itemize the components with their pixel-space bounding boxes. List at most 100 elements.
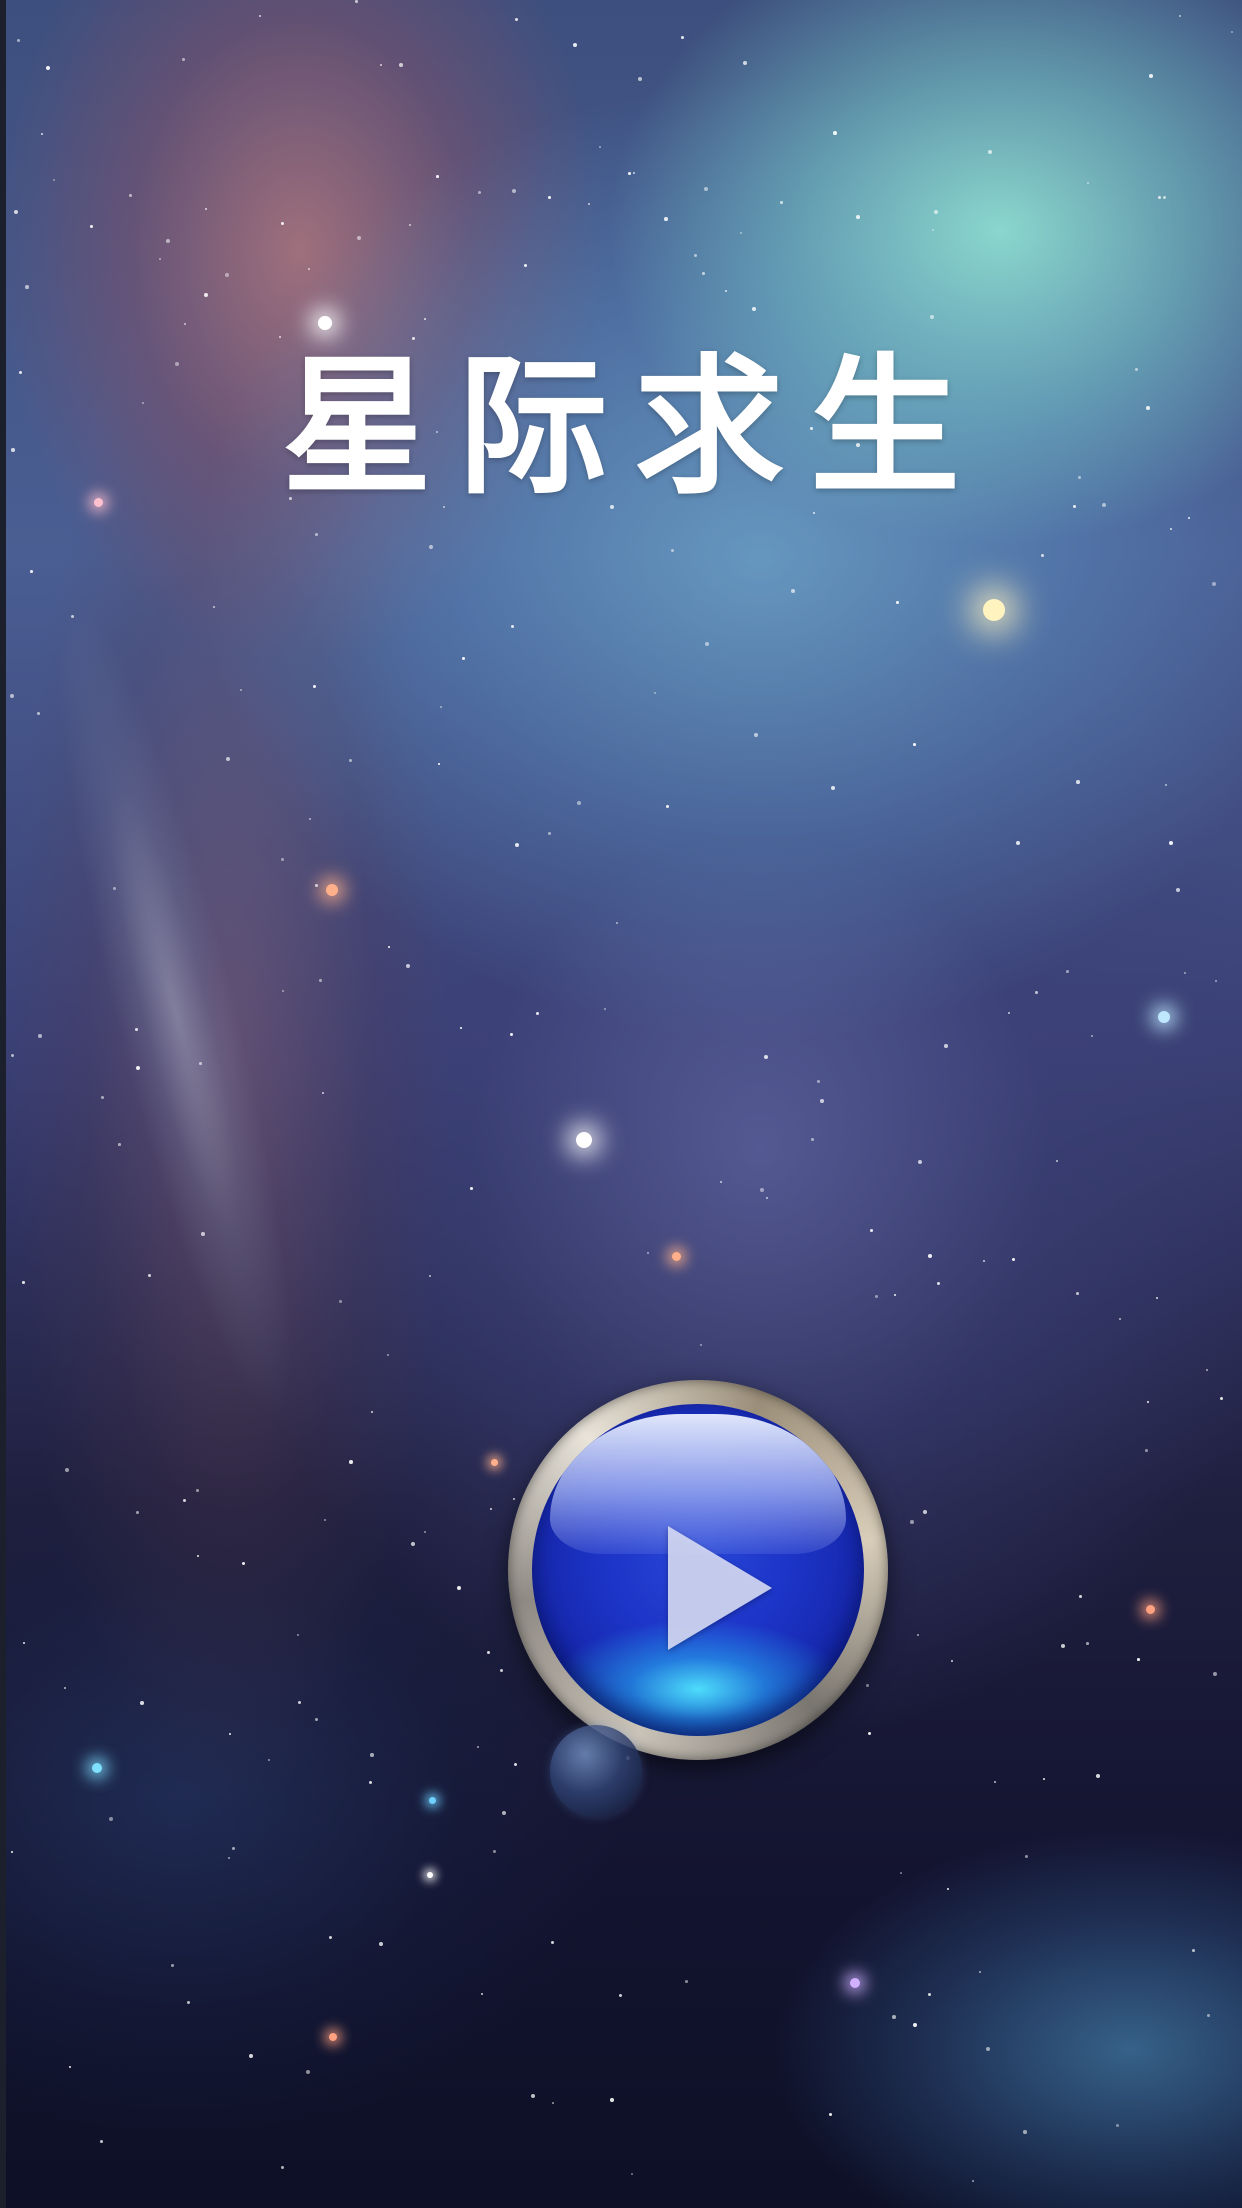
star (429, 1275, 431, 1277)
star (228, 1857, 231, 1860)
star (406, 964, 411, 969)
star (38, 1034, 42, 1038)
star (184, 323, 186, 325)
star (457, 1586, 462, 1591)
star (438, 763, 440, 765)
star (315, 533, 318, 536)
star (349, 759, 353, 763)
star (1156, 1297, 1159, 1300)
star (552, 2102, 554, 2104)
star (700, 1344, 703, 1347)
star (118, 1143, 121, 1146)
star (1137, 1658, 1140, 1661)
star (1147, 1401, 1150, 1404)
star (983, 599, 1005, 621)
star (23, 1642, 25, 1644)
star (604, 1008, 606, 1010)
star (829, 2113, 832, 2116)
star (318, 316, 332, 330)
star (11, 1851, 13, 1853)
star (232, 1847, 236, 1851)
star (64, 1687, 67, 1690)
star (896, 601, 899, 604)
star (229, 1733, 231, 1735)
star (752, 307, 757, 312)
star (379, 1942, 384, 1947)
star (910, 1520, 914, 1524)
star (309, 818, 312, 821)
star (242, 1562, 246, 1566)
star (429, 545, 434, 550)
star (638, 77, 643, 82)
start-screen: 星际求生 (0, 0, 1242, 2208)
star (1176, 888, 1181, 893)
star (490, 1458, 498, 1466)
star (988, 150, 993, 155)
star (951, 1660, 953, 1662)
star (524, 264, 528, 268)
star (1012, 1258, 1015, 1261)
star (71, 615, 74, 618)
star (324, 1519, 326, 1521)
star (754, 733, 759, 738)
star (900, 1872, 902, 1874)
star (894, 1294, 896, 1296)
star (917, 1634, 919, 1636)
star (833, 131, 837, 135)
star (817, 1080, 821, 1084)
star (205, 208, 207, 210)
star (411, 1542, 416, 1547)
star (764, 1055, 769, 1060)
star (69, 2066, 72, 2069)
star (11, 1054, 15, 1058)
star (282, 990, 284, 992)
star (616, 922, 618, 924)
star (92, 1763, 102, 1773)
star (979, 1971, 981, 1973)
star (934, 210, 939, 215)
star (1023, 2130, 1027, 2134)
play-button-orb (532, 1404, 864, 1736)
star (240, 689, 242, 691)
star (297, 1634, 300, 1637)
star (944, 1044, 948, 1048)
star (1220, 1397, 1224, 1401)
star (171, 1964, 174, 1967)
star (599, 146, 602, 149)
play-button[interactable] (508, 1380, 888, 1760)
star (512, 189, 516, 193)
star (820, 1099, 824, 1103)
star (477, 1746, 479, 1748)
star (306, 2070, 310, 2074)
star (109, 1817, 114, 1822)
star (1158, 196, 1162, 200)
star (548, 196, 552, 200)
star (315, 1718, 318, 1721)
star (514, 1763, 518, 1767)
star (866, 1684, 869, 1687)
star (972, 2180, 974, 2182)
star (249, 2054, 254, 2059)
star (760, 1188, 764, 1192)
star (1149, 74, 1153, 78)
star (148, 1274, 151, 1277)
star (1206, 1369, 1208, 1371)
star (628, 172, 631, 175)
starfield (0, 0, 1242, 2208)
star (870, 1229, 873, 1232)
star (1076, 780, 1080, 784)
star (1213, 1672, 1217, 1676)
star (213, 606, 215, 608)
star (1016, 841, 1021, 846)
star (983, 1260, 985, 1262)
star (281, 222, 285, 226)
star (1116, 2124, 1120, 2128)
star (46, 66, 51, 71)
star (664, 217, 668, 221)
star (427, 1872, 433, 1878)
star (531, 2094, 536, 2099)
star (22, 1281, 25, 1284)
star (1184, 972, 1187, 975)
star (1215, 980, 1217, 982)
star (490, 1508, 493, 1511)
